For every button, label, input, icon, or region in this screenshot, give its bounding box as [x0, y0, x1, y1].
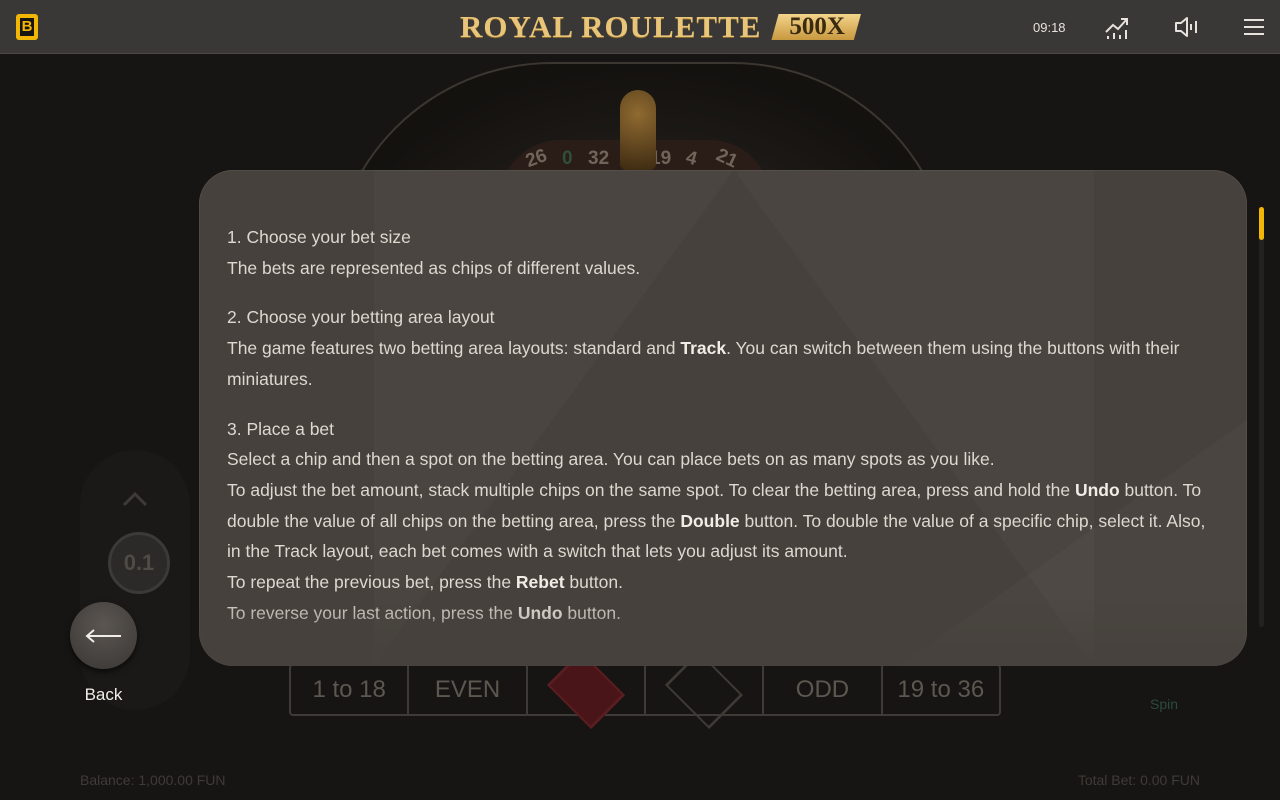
scrollbar-thumb[interactable] [1259, 207, 1264, 240]
rules-content[interactable]: 1. Choose your bet size The bets are repr… [227, 222, 1217, 628]
outside-bets-row: 1 to 18 EVEN ODD 19 to 36 [289, 650, 1001, 730]
chevron-up-icon[interactable] [122, 488, 148, 508]
balance-label: Balance: 1,000.00 FUN [80, 772, 226, 788]
stats-icon[interactable] [1104, 14, 1130, 40]
rules-scrollbar[interactable] [1259, 207, 1264, 627]
rules-section-heading: 2. Choose your betting area layout [227, 307, 495, 328]
rules-text: Select a chip and then a spot on the bet… [227, 449, 995, 470]
top-bar: B ROYAL ROULETTE 500X 09:18 [0, 0, 1280, 54]
rules-paragraph: The game features two betting area layou… [227, 333, 1217, 394]
wheel-number: 26 [522, 145, 550, 173]
rules-text: To reverse your last action, press the [227, 602, 518, 623]
rules-modal: 1. Choose your bet size The bets are repr… [199, 170, 1247, 666]
wheel-number: 32 [588, 148, 610, 169]
rules-button-name: Undo [1074, 479, 1120, 500]
rules-text: button. [564, 572, 623, 593]
wheel-turret [620, 90, 656, 170]
rules-button-name: Double [680, 510, 740, 531]
rules-text: The bets are represented as chips of dif… [227, 257, 641, 278]
rules-text: button. [562, 602, 621, 623]
brand-badge-letter: B [20, 18, 34, 36]
bet-even[interactable]: EVEN [409, 666, 528, 714]
menu-icon[interactable] [1241, 14, 1267, 40]
bet-1-to-18[interactable]: 1 to 18 [291, 666, 410, 714]
rules-paragraph: Select a chip and then a spot on the bet… [227, 444, 1217, 475]
rules-paragraph: To repeat the previous bet, press the Re… [227, 567, 1217, 598]
selected-chip[interactable]: 0.1 [108, 532, 170, 594]
chip-value: 0.1 [123, 550, 155, 575]
game-logo-title: ROYAL ROULETTE [460, 9, 762, 44]
game-logo-multiplier: 500X [771, 14, 861, 40]
back-button-label: Back [84, 685, 123, 704]
clock: 09:18 [1033, 20, 1066, 35]
rules-section-heading: 1. Choose your bet size [227, 227, 411, 247]
bet-red[interactable] [528, 650, 646, 730]
bet-odd[interactable]: ODD [764, 666, 883, 714]
rules-paragraph: To adjust the bet amount, stack multiple… [227, 475, 1217, 567]
rules-text: To repeat the previous bet, press the [227, 572, 516, 593]
rules-button-name: Track [680, 338, 727, 359]
rules-section-heading: 3. Place a bet [227, 418, 335, 439]
rules-text: The game features two betting area layou… [227, 338, 681, 359]
game-logo: ROYAL ROULETTE 500X [460, 9, 861, 45]
back-button[interactable] [70, 602, 137, 669]
bet-black[interactable] [646, 650, 765, 730]
arrow-left-icon [84, 628, 121, 643]
wheel-number: 0 [562, 148, 573, 169]
rules-paragraph: To reverse your last action, press the U… [227, 598, 1217, 629]
brand-logo-icon[interactable]: B [16, 14, 38, 40]
sound-icon[interactable] [1173, 14, 1199, 40]
wheel-number: 4 [683, 147, 700, 171]
rules-button-name: Rebet [515, 572, 565, 593]
rules-text: To adjust the bet amount, stack multiple… [227, 479, 1075, 500]
rules-button-name: Undo [517, 602, 563, 623]
rules-paragraph: The bets are represented as chips of dif… [227, 253, 1217, 284]
spin-label: Spin [1150, 696, 1179, 712]
bet-19-to-36[interactable]: 19 to 36 [883, 666, 999, 714]
total-bet-label: Total Bet: 0.00 FUN [1077, 772, 1200, 788]
